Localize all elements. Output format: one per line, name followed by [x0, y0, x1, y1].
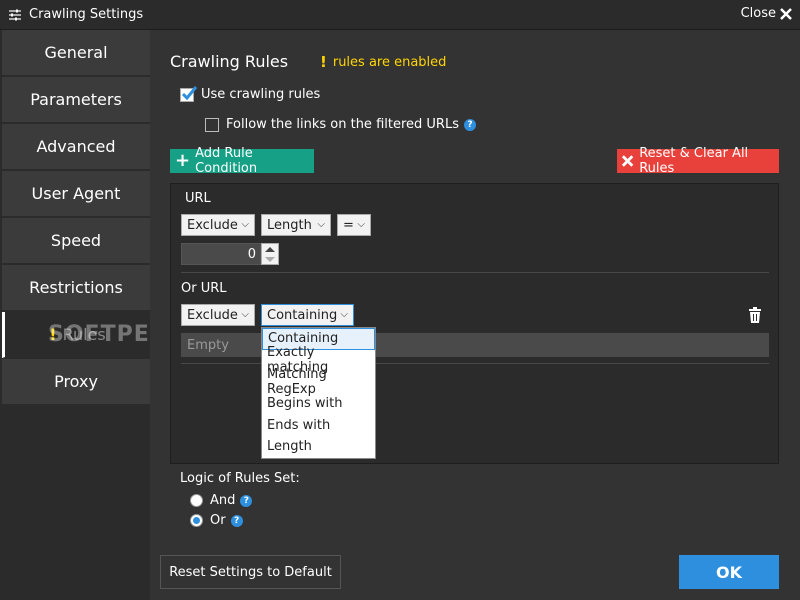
ok-label: OK [716, 562, 742, 582]
rules-enabled-text: rules are enabled [332, 54, 447, 70]
sidebar-item-restrictions[interactable]: Restrictions [2, 265, 150, 311]
sidebar-item-label: Proxy [54, 372, 98, 391]
select-value: Exclude [187, 217, 238, 233]
divider [181, 272, 769, 273]
warning-icon: ! [49, 325, 57, 344]
operator-select[interactable]: = ⌵ [337, 214, 371, 236]
logic-and-row: And ? [190, 493, 253, 508]
select-value: Containing [267, 307, 338, 323]
logic-and-radio[interactable] [190, 494, 203, 507]
dropdown-option-ends-with[interactable]: Ends with [262, 414, 375, 436]
logic-or-row: Or ? [190, 513, 243, 528]
close-button[interactable]: Close [741, 6, 792, 21]
empty-placeholder: Empty [187, 337, 229, 353]
sidebar-item-label: Advanced [36, 137, 116, 156]
close-label: Close [740, 6, 776, 21]
sidebar-item-label: Parameters [30, 90, 122, 109]
sidebar-item-label: Rules [62, 325, 106, 344]
chevron-down-icon: ⌵ [241, 309, 249, 320]
length-value-input[interactable]: 0 [181, 243, 261, 265]
use-rules-checkbox[interactable] [180, 85, 198, 102]
action-select[interactable]: Exclude ⌵ [181, 304, 255, 326]
sidebar-item-label: Restrictions [29, 278, 123, 297]
sidebar-item-speed[interactable]: Speed [2, 218, 150, 264]
sidebar-item-user-agent[interactable]: User Agent [2, 171, 150, 217]
chevron-down-icon: ⌵ [357, 219, 365, 230]
logic-label: Logic of Rules Set: [180, 471, 300, 486]
select-value: Length [267, 217, 312, 233]
rules-enabled-notice: ! rules are enabled [320, 53, 446, 71]
input-value: 0 [247, 246, 256, 262]
reset-default-label: Reset Settings to Default [169, 564, 332, 580]
logic-and-label: And [210, 493, 236, 508]
add-rule-condition-button[interactable]: + Add Rule Condition [170, 146, 314, 176]
checkmark-icon [181, 85, 198, 100]
rule-group-label: URL [185, 191, 211, 206]
sidebar-item-label: User Agent [31, 184, 121, 203]
title-bar: Crawling Settings Close [0, 0, 800, 30]
spin-down-icon[interactable] [265, 257, 275, 262]
use-rules-label: Use crawling rules [201, 87, 321, 102]
ok-button[interactable]: OK [679, 555, 779, 589]
sidebar-item-advanced[interactable]: Advanced [2, 124, 150, 170]
reset-settings-default-button[interactable]: Reset Settings to Default [160, 555, 341, 589]
page-title: Crawling Rules [170, 52, 289, 71]
sidebar-item-label: Speed [50, 231, 102, 250]
follow-links-row: Follow the links on the filtered URLs ? [205, 117, 476, 132]
sidebar-item-proxy[interactable]: Proxy [2, 359, 150, 405]
select-value: = [343, 217, 354, 233]
chevron-down-icon: ⌵ [317, 219, 325, 230]
action-select[interactable]: Exclude ⌵ [181, 214, 255, 236]
sidebar-item-general[interactable]: General [2, 30, 150, 76]
match-type-select[interactable]: Containing ⌵ [261, 304, 354, 326]
window-title: Crawling Settings [29, 7, 144, 22]
close-icon [621, 155, 634, 167]
chevron-down-icon: ⌵ [340, 309, 348, 320]
add-rule-label: Add Rule Condition [195, 146, 258, 176]
warning-icon: ! [320, 53, 327, 71]
main-panel: Crawling Rules ! rules are enabled Use c… [150, 30, 800, 600]
settings-sliders-icon [9, 9, 21, 21]
follow-links-checkbox[interactable] [205, 117, 219, 132]
dropdown-option-matching-regexp[interactable]: Matching RegExp [262, 367, 375, 397]
help-icon[interactable]: ? [463, 118, 476, 131]
trash-icon[interactable] [748, 307, 762, 323]
dropdown-option-length[interactable]: Length [262, 436, 375, 458]
chevron-down-icon: ⌵ [241, 219, 249, 230]
reset-clear-rules-button[interactable]: Reset & Clear All Rules [617, 146, 779, 176]
sidebar-item-label: General [44, 43, 108, 62]
help-icon[interactable]: ? [230, 514, 243, 527]
use-rules-row: Use crawling rules [180, 85, 321, 102]
field-select[interactable]: Length ⌵ [261, 214, 331, 236]
follow-links-label: Follow the links on the filtered URLs [226, 117, 459, 132]
rule-group-label: Or URL [181, 281, 227, 296]
number-spinner[interactable] [261, 243, 279, 265]
close-icon [780, 7, 792, 20]
sidebar-item-rules[interactable]: ! Rules [2, 312, 150, 358]
match-type-dropdown: Containing Exactly matching Matching Reg… [261, 327, 376, 459]
plus-icon: + [175, 150, 191, 171]
spin-up-icon[interactable] [265, 247, 275, 252]
logic-or-radio[interactable] [190, 514, 203, 527]
select-value: Exclude [187, 307, 238, 323]
sidebar: General Parameters Advanced User Agent S… [0, 30, 150, 600]
reset-rules-label: Reset & Clear All Rules [639, 146, 749, 176]
help-icon[interactable]: ? [240, 494, 253, 507]
sidebar-item-parameters[interactable]: Parameters [2, 77, 150, 123]
logic-or-label: Or [210, 513, 226, 528]
